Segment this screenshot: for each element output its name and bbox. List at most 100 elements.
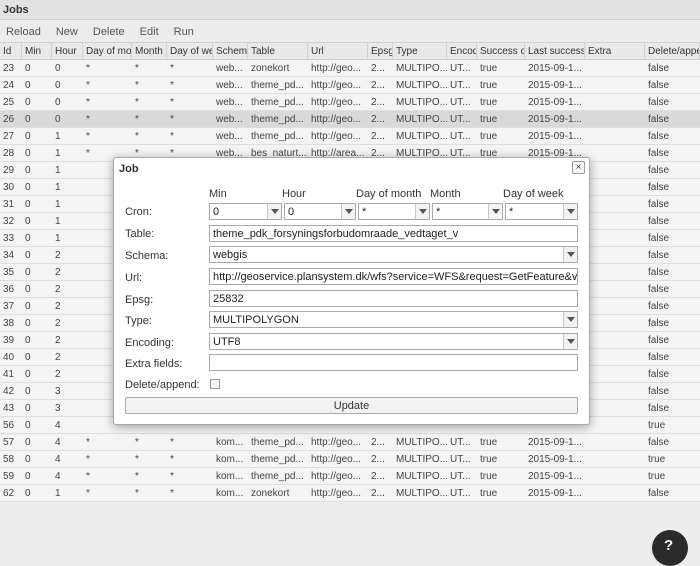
cell-id: 35 <box>3 267 15 278</box>
cell-last-success: 2015-09-1... <box>528 114 582 125</box>
cell-schema: web... <box>216 97 243 108</box>
help-button[interactable]: ? <box>652 530 688 566</box>
cell-url: http://geo... <box>311 454 362 465</box>
table-row[interactable]: 24 0 0 * * * web... theme_pd... http://geo... 2..… <box>0 77 700 94</box>
cron-dom-value: * <box>362 206 367 218</box>
cell-last-success: 2015-09-1... <box>528 131 582 142</box>
update-button[interactable]: Update <box>125 397 578 414</box>
extra-fields-input[interactable] <box>209 354 578 371</box>
column-header-url[interactable]: Url <box>308 43 368 59</box>
column-header-min[interactable]: Min <box>22 43 52 59</box>
cell-min: 0 <box>25 352 31 363</box>
cell-hour: 3 <box>55 386 61 397</box>
table-row[interactable]: 23 0 0 * * * web... zonekort http://geo... 2... MU… <box>0 60 700 77</box>
column-header-type[interactable]: Type <box>393 43 447 59</box>
column-header-hour[interactable]: Hour <box>52 43 83 59</box>
cell-id: 32 <box>3 216 15 227</box>
cell-hour: 1 <box>55 199 61 210</box>
cell-min: 0 <box>25 420 31 431</box>
cell-extra <box>585 77 645 93</box>
cell-day-of-week: * <box>170 63 174 74</box>
cell-delete-append: false <box>648 250 670 261</box>
cell-type: MULTIPO... <box>396 80 447 91</box>
cell-delete-append: false <box>648 63 670 74</box>
new-button[interactable]: New <box>54 22 84 42</box>
column-header-day-of-month[interactable]: Day of mor <box>83 43 132 59</box>
cell-id: 59 <box>3 471 15 482</box>
url-input[interactable]: http://geoservice.plansystem.dk/wfs?serv… <box>209 268 578 285</box>
table-input[interactable]: theme_pdk_forsyningsforbudomraade_vedtag… <box>209 225 578 242</box>
reload-button[interactable]: Reload <box>4 22 47 42</box>
cell-id: 33 <box>3 233 15 244</box>
column-header-schema[interactable]: Schema <box>213 43 248 59</box>
column-header-extra[interactable]: Extra <box>585 43 645 59</box>
cron-min-select[interactable]: 0 <box>209 203 282 220</box>
column-header-month[interactable]: Month <box>132 43 167 59</box>
cron-hour-select[interactable]: 0 <box>284 203 356 220</box>
cell-type: MULTIPO... <box>396 97 447 108</box>
cell-table: theme_pd... <box>251 437 304 448</box>
cell-last-success: 2015-09-1... <box>528 63 582 74</box>
cell-day-of-month: * <box>86 63 90 74</box>
table-row[interactable]: 59 0 4 * * * kom... theme_pd... http://geo... 2..… <box>0 468 700 485</box>
schema-select[interactable]: webgis <box>209 246 578 263</box>
epsg-label: Epsg: <box>125 294 154 306</box>
chevron-down-icon <box>415 204 429 219</box>
cell-table: theme_pd... <box>251 97 304 108</box>
cell-delete-append: true <box>648 420 666 431</box>
cell-hour: 2 <box>55 284 61 295</box>
table-row[interactable]: 57 0 4 * * * kom... theme_pd... http://geo... 2..… <box>0 434 700 451</box>
cell-extra <box>585 349 645 365</box>
cell-schema: kom... <box>216 437 244 448</box>
edit-button[interactable]: Edit <box>138 22 165 42</box>
cron-month-select[interactable]: * <box>432 203 503 220</box>
column-header-last-success[interactable]: Last success <box>525 43 585 59</box>
column-header-success-only[interactable]: Success on <box>477 43 525 59</box>
table-row[interactable]: 26 0 0 * * * web... theme_pd... http://geo... 2..… <box>0 111 700 128</box>
cron-dom-select[interactable]: * <box>358 203 430 220</box>
cell-encoding: UT... <box>450 454 471 465</box>
cell-id: 30 <box>3 182 15 193</box>
delete-append-checkbox[interactable] <box>210 379 220 389</box>
column-header-epsg[interactable]: Epsg <box>368 43 393 59</box>
cell-hour: 4 <box>55 420 61 431</box>
close-icon[interactable]: × <box>572 161 585 174</box>
column-header-id[interactable]: Id <box>0 43 22 59</box>
cell-extra <box>585 230 645 246</box>
column-header-encoding[interactable]: Encod <box>447 43 477 59</box>
cell-id: 34 <box>3 250 15 261</box>
cell-extra <box>585 434 645 450</box>
cell-min: 0 <box>25 403 31 414</box>
cron-header-day-of-month: Day of month <box>356 188 422 200</box>
column-header-delete-append[interactable]: Delete/appen <box>645 43 700 59</box>
cell-type: MULTIPO... <box>396 454 447 465</box>
table-row[interactable]: 27 0 1 * * * web... theme_pd... http://geo... 2..… <box>0 128 700 145</box>
cell-schema: kom... <box>216 471 244 482</box>
cell-epsg: 2... <box>371 454 385 465</box>
run-button[interactable]: Run <box>172 22 200 42</box>
delete-button[interactable]: Delete <box>91 22 131 42</box>
cell-url: http://geo... <box>311 63 362 74</box>
cell-extra <box>585 400 645 416</box>
cell-delete-append: false <box>648 182 670 193</box>
table-row[interactable]: 62 0 1 * * * kom... zonekort http://geo... 2... MU… <box>0 485 700 502</box>
cell-id: 40 <box>3 352 15 363</box>
cell-id: 36 <box>3 284 15 295</box>
column-header-table[interactable]: Table <box>248 43 308 59</box>
type-label: Type: <box>125 315 152 327</box>
cron-dow-select[interactable]: * <box>505 203 578 220</box>
cell-month: * <box>135 471 139 482</box>
type-select[interactable]: MULTIPOLYGON <box>209 311 578 328</box>
delete-append-label: Delete/append: <box>125 379 200 391</box>
cell-min: 0 <box>25 131 31 142</box>
encoding-select[interactable]: UTF8 <box>209 333 578 350</box>
epsg-input[interactable]: 25832 <box>209 290 578 307</box>
cell-id: 26 <box>3 114 15 125</box>
column-header-day-of-week[interactable]: Day of we <box>167 43 213 59</box>
table-row[interactable]: 58 0 4 * * * kom... theme_pd... http://geo... 2..… <box>0 451 700 468</box>
grid-header: IdMinHourDay of morMonthDay of weSchemaT… <box>0 42 700 60</box>
cell-extra <box>585 332 645 348</box>
cell-encoding: UT... <box>450 97 471 108</box>
cell-min: 0 <box>25 284 31 295</box>
table-row[interactable]: 25 0 0 * * * web... theme_pd... http://geo... 2..… <box>0 94 700 111</box>
